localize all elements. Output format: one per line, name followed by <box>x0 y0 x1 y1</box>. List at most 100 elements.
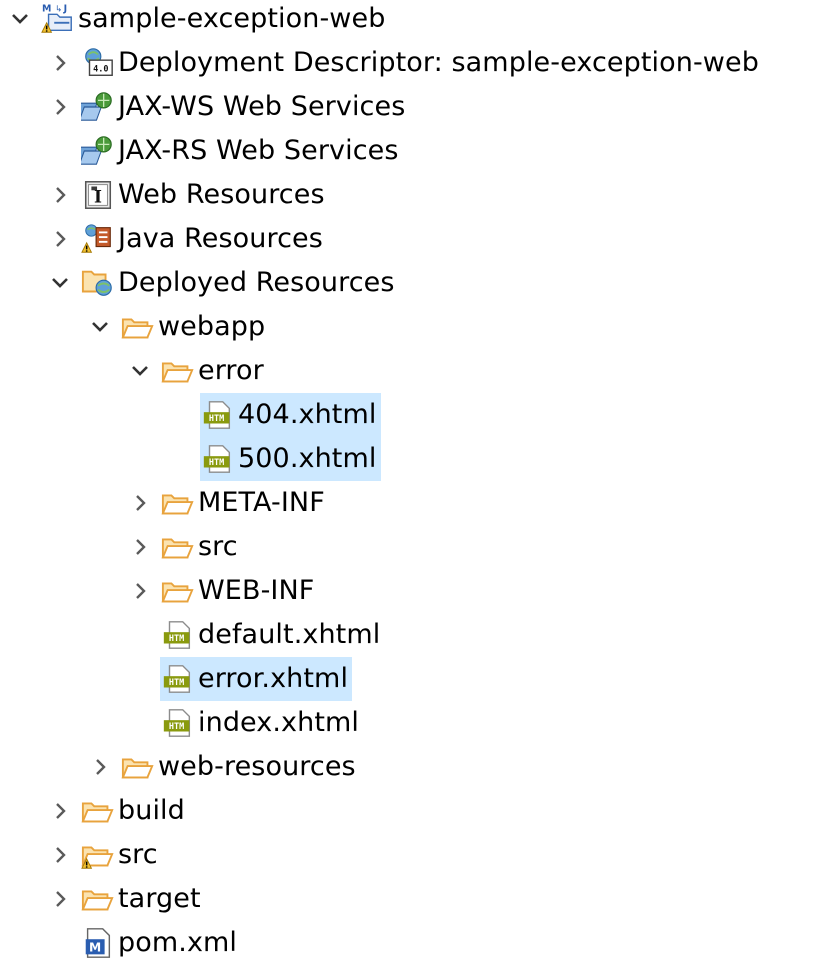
folder-open-icon <box>120 749 156 785</box>
tree-item-content[interactable]: HTM error.xhtml <box>160 657 353 701</box>
tree-item-label: JAX-RS Web Services <box>118 135 399 166</box>
tree-item-content[interactable]: WEB-INF <box>160 569 318 613</box>
svg-text:I: I <box>94 188 102 208</box>
chevron-right-icon[interactable] <box>40 85 80 129</box>
tree-item[interactable]: Java Resources <box>40 217 327 261</box>
web-services-icon <box>80 133 116 169</box>
tree-item[interactable]: src <box>40 833 162 877</box>
tree-item-label: pom.xml <box>118 927 238 958</box>
chevron-down-icon[interactable] <box>80 305 120 349</box>
svg-text:HTM: HTM <box>169 678 184 688</box>
tree-item-label: error <box>198 355 264 386</box>
chevron-right-icon[interactable] <box>40 217 80 261</box>
chevron-right-icon[interactable] <box>40 41 80 85</box>
html-file-icon: HTM <box>200 441 236 477</box>
tree-item-content[interactable]: src <box>160 525 242 569</box>
tree-item[interactable]: webapp <box>80 305 269 349</box>
tree-item[interactable]: JAX-RS Web Services <box>40 129 403 173</box>
tree-item[interactable]: Deployed Resources <box>40 261 399 305</box>
tree-item-label: Web Resources <box>118 179 325 210</box>
tree-item-label: default.xhtml <box>198 619 381 650</box>
web-services-icon <box>80 89 116 125</box>
tree-item[interactable]: error <box>120 349 268 393</box>
chevron-down-icon[interactable] <box>40 261 80 305</box>
tree-item[interactable]: web-resources <box>80 745 360 789</box>
chevron-right-icon[interactable] <box>120 481 160 525</box>
tree-item[interactable]: HTM 500.xhtml <box>160 437 381 481</box>
tree-item-content[interactable]: Java Resources <box>80 217 327 261</box>
tree-item[interactable]: 4.0 Deployment Descriptor: sample-excepti… <box>40 41 763 85</box>
project-explorer-tree: M ↳ Jsample-exception-web 4.0 Deployment Des… <box>0 0 831 971</box>
tree-item-label: webapp <box>158 311 266 342</box>
tree-item-label: META-INF <box>198 487 325 518</box>
maven-project-warning-icon: M ↳ J <box>40 1 76 37</box>
tree-item[interactable]: build <box>40 789 189 833</box>
tree-item-content[interactable]: HTM 404.xhtml <box>200 393 381 437</box>
tree-item[interactable]: HTM 404.xhtml <box>160 393 381 437</box>
tree-item-content[interactable]: M ↳ Jsample-exception-web <box>40 0 389 41</box>
tree-item-label: 404.xhtml <box>238 399 377 430</box>
folder-open-icon <box>160 485 196 521</box>
tree-item[interactable]: Mpom.xml <box>40 921 241 965</box>
chevron-right-icon[interactable] <box>40 833 80 877</box>
tree-item[interactable]: HTM error.xhtml <box>120 657 353 701</box>
html-file-icon: HTM <box>160 661 196 697</box>
tree-item-content[interactable]: JAX-WS Web Services <box>80 85 409 129</box>
svg-text:↳: ↳ <box>55 4 62 14</box>
tree-item-label: Deployed Resources <box>118 267 395 298</box>
svg-text:J: J <box>63 3 68 14</box>
svg-text:HTM: HTM <box>169 722 184 732</box>
svg-text:HTM: HTM <box>209 414 224 424</box>
tree-item-content[interactable]: target <box>80 877 205 921</box>
tree-item-content[interactable]: HTM default.xhtml <box>160 613 384 657</box>
tree-item-content[interactable]: HTM index.xhtml <box>160 701 363 745</box>
tree-item-label: error.xhtml <box>198 663 349 694</box>
tree-item-label: target <box>118 883 201 914</box>
tree-item-content[interactable]: 4.0 Deployment Descriptor: sample-excepti… <box>80 41 763 85</box>
tree-item[interactable]: WEB-INF <box>120 569 318 613</box>
folder-open-icon <box>160 353 196 389</box>
svg-text:4.0: 4.0 <box>93 65 108 75</box>
chevron-down-icon[interactable] <box>120 349 160 393</box>
tree-item-content[interactable]: JAX-RS Web Services <box>80 129 403 173</box>
deployment-descriptor-icon: 4.0 <box>80 45 116 81</box>
chevron-right-icon[interactable] <box>120 569 160 613</box>
tree-item[interactable]: target <box>40 877 205 921</box>
folder-open-icon <box>160 573 196 609</box>
tree-item[interactable]: HTM index.xhtml <box>120 701 363 745</box>
tree-item-label: Deployment Descriptor: sample-exception-… <box>118 47 759 78</box>
tree-item[interactable]: I Web Resources <box>40 173 329 217</box>
tree-item-content[interactable]: build <box>80 789 189 833</box>
html-file-icon: HTM <box>200 397 236 433</box>
tree-item[interactable]: JAX-WS Web Services <box>40 85 409 129</box>
tree-item[interactable]: META-INF <box>120 481 329 525</box>
tree-item-content[interactable]: webapp <box>120 305 269 349</box>
chevron-right-icon[interactable] <box>40 877 80 921</box>
chevron-right-icon[interactable] <box>120 525 160 569</box>
tree-item-content[interactable]: Mpom.xml <box>80 921 241 965</box>
chevron-right-icon[interactable] <box>80 745 120 789</box>
java-resources-warning-icon <box>80 221 116 257</box>
chevron-right-icon[interactable] <box>40 173 80 217</box>
tree-item[interactable]: M ↳ Jsample-exception-web <box>0 0 389 41</box>
svg-text:HTM: HTM <box>169 634 184 644</box>
tree-item[interactable]: HTM default.xhtml <box>120 613 384 657</box>
tree-item-label: web-resources <box>158 751 356 782</box>
tree-item-label: build <box>118 795 185 826</box>
tree-item-content[interactable]: Deployed Resources <box>80 261 399 305</box>
tree-item-content[interactable]: web-resources <box>120 745 360 789</box>
tree-item-label: index.xhtml <box>198 707 360 738</box>
tree-item[interactable]: src <box>120 525 242 569</box>
tree-item-label: 500.xhtml <box>238 443 377 474</box>
tree-item-content[interactable]: HTM 500.xhtml <box>200 437 381 481</box>
chevron-right-icon[interactable] <box>40 789 80 833</box>
folder-open-icon <box>160 529 196 565</box>
svg-text:HTM: HTM <box>209 458 224 468</box>
tree-item-content[interactable]: I Web Resources <box>80 173 329 217</box>
chevron-down-icon[interactable] <box>0 0 40 41</box>
tree-item-content[interactable]: src <box>80 833 162 877</box>
maven-pom-icon: M <box>80 925 116 961</box>
svg-text:M: M <box>42 3 51 14</box>
tree-item-content[interactable]: error <box>160 349 268 393</box>
tree-item-content[interactable]: META-INF <box>160 481 329 525</box>
